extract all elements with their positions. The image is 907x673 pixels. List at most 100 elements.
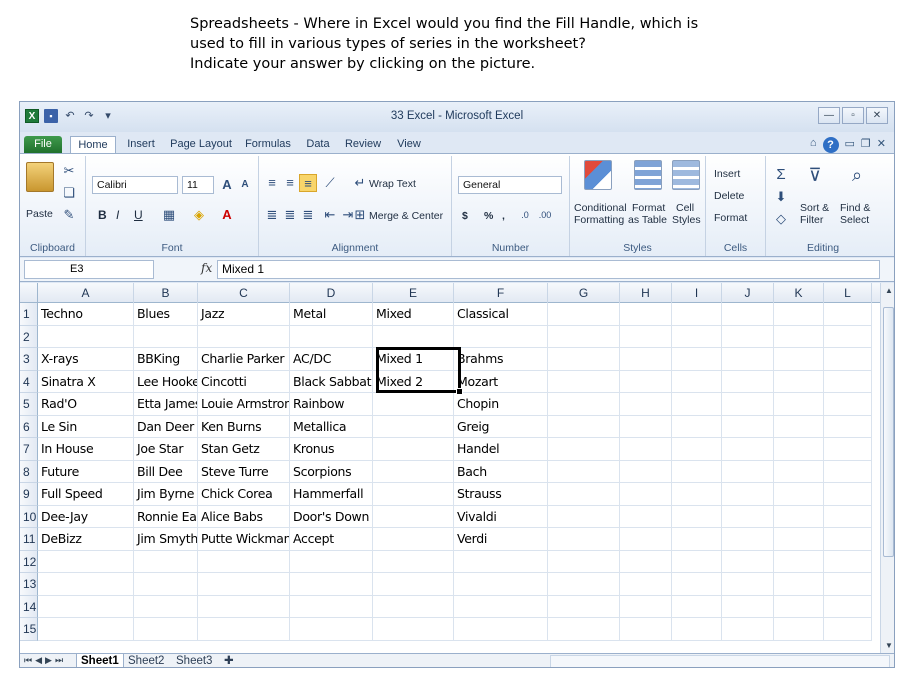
currency-button[interactable]: $ [462,210,468,222]
cell-styles-icon[interactable] [672,160,700,190]
cell-g14[interactable] [548,595,620,618]
cell-l3[interactable] [824,348,872,371]
cell-l8[interactable] [824,460,872,483]
cell-d6[interactable]: Metallica [290,415,373,438]
cell-a11[interactable]: DeBizz [38,528,134,551]
cell-j4[interactable] [722,370,774,393]
align-left-icon[interactable]: ≣ [263,206,281,224]
font-size-select[interactable]: 11 [182,176,214,194]
cell-d7[interactable]: Kronus [290,438,373,461]
cell-c13[interactable] [198,573,290,596]
cell-k3[interactable] [774,348,824,371]
wrap-text-button[interactable]: Wrap Text [369,178,416,190]
merge-center-button[interactable]: Merge & Center [369,210,443,222]
tab-file[interactable]: File [24,136,62,154]
align-top-icon[interactable]: ≡ [263,174,281,192]
cell-b11[interactable]: Jim Smythe [134,528,198,551]
cell-g2[interactable] [548,325,620,348]
cell-b4[interactable]: Lee Hooker [134,370,198,393]
font-name-select[interactable]: Calibri [92,176,178,194]
cell-a10[interactable]: Dee-Jay [38,505,134,528]
cell-j1[interactable] [722,303,774,326]
cell-b3[interactable]: BBKing [134,348,198,371]
cell-h2[interactable] [620,325,672,348]
delete-cells-button[interactable]: Delete [714,190,744,202]
cell-c6[interactable]: Ken Burns [198,415,290,438]
cut-icon[interactable]: ✂ [60,162,78,180]
cell-i5[interactable] [672,393,722,416]
column-header-d[interactable]: D [290,283,373,303]
cell-b6[interactable]: Dan Deer [134,415,198,438]
cell-b14[interactable] [134,595,198,618]
cell-f14[interactable] [454,595,548,618]
row-header-9[interactable]: 9 [20,483,38,506]
cell-d10[interactable]: Door's Down [290,505,373,528]
cell-l15[interactable] [824,618,872,641]
minimize-button[interactable]: — [818,107,840,124]
row-header-12[interactable]: 12 [20,550,38,573]
column-header-g[interactable]: G [548,283,620,303]
cell-f6[interactable]: Greig [454,415,548,438]
minimize-ribbon-icon[interactable]: ⌂ [810,137,817,153]
format-cells-button[interactable]: Format [714,212,747,224]
cell-e11[interactable] [373,528,454,551]
cell-g5[interactable] [548,393,620,416]
cell-k6[interactable] [774,415,824,438]
shrink-font-icon[interactable]: A [236,176,254,194]
sort-filter-button-line2[interactable]: Filter [800,214,823,226]
format-as-table-icon[interactable] [634,160,662,190]
wrap-text-icon[interactable]: ↵ [351,174,369,192]
row-header-14[interactable]: 14 [20,595,38,618]
cell-l11[interactable] [824,528,872,551]
cell-j8[interactable] [722,460,774,483]
cell-a15[interactable] [38,618,134,641]
cell-h4[interactable] [620,370,672,393]
name-box[interactable]: E3 [24,260,154,279]
cell-h1[interactable] [620,303,672,326]
cell-d12[interactable] [290,550,373,573]
cell-h14[interactable] [620,595,672,618]
tab-page-layout[interactable]: Page Layout [166,136,236,154]
cell-e6[interactable] [373,415,454,438]
cell-l5[interactable] [824,393,872,416]
cell-h3[interactable] [620,348,672,371]
cell-a6[interactable]: Le Sin [38,415,134,438]
cell-b10[interactable]: Ronnie Earl [134,505,198,528]
orientation-icon[interactable]: ⟋ [321,174,339,192]
cell-i6[interactable] [672,415,722,438]
cell-k1[interactable] [774,303,824,326]
cell-c7[interactable]: Stan Getz [198,438,290,461]
cell-b7[interactable]: Joe Star [134,438,198,461]
cell-d1[interactable]: Metal [290,303,373,326]
cell-h6[interactable] [620,415,672,438]
column-header-j[interactable]: J [722,283,774,303]
vertical-scroll-thumb[interactable] [883,307,894,557]
conditional-formatting-icon[interactable] [584,160,612,190]
number-format-select[interactable]: General [458,176,562,194]
column-header-f[interactable]: F [454,283,548,303]
tab-data[interactable]: Data [300,136,336,154]
cell-k11[interactable] [774,528,824,551]
tab-home[interactable]: Home [70,136,116,154]
decrease-indent-icon[interactable]: ⇤ [321,206,339,224]
cell-c11[interactable]: Putte Wickman [198,528,290,551]
cell-e8[interactable] [373,460,454,483]
cell-g3[interactable] [548,348,620,371]
column-header-h[interactable]: H [620,283,672,303]
cell-g11[interactable] [548,528,620,551]
cell-g12[interactable] [548,550,620,573]
cell-i9[interactable] [672,483,722,506]
row-header-8[interactable]: 8 [20,460,38,483]
fill-icon[interactable]: ⬇ [772,188,790,206]
cell-c4[interactable]: Cincotti [198,370,290,393]
cell-f10[interactable]: Vivaldi [454,505,548,528]
cell-k7[interactable] [774,438,824,461]
cell-l12[interactable] [824,550,872,573]
cell-h11[interactable] [620,528,672,551]
conditional-formatting-button-line2[interactable]: Formatting [574,214,624,226]
horizontal-scrollbar[interactable] [550,655,890,667]
sort-filter-icon[interactable]: ⊽ [806,166,824,184]
workbook-close-icon[interactable]: ✕ [877,137,886,153]
align-middle-icon[interactable]: ≡ [281,174,299,192]
merge-center-icon[interactable]: ⊞ [351,206,369,224]
